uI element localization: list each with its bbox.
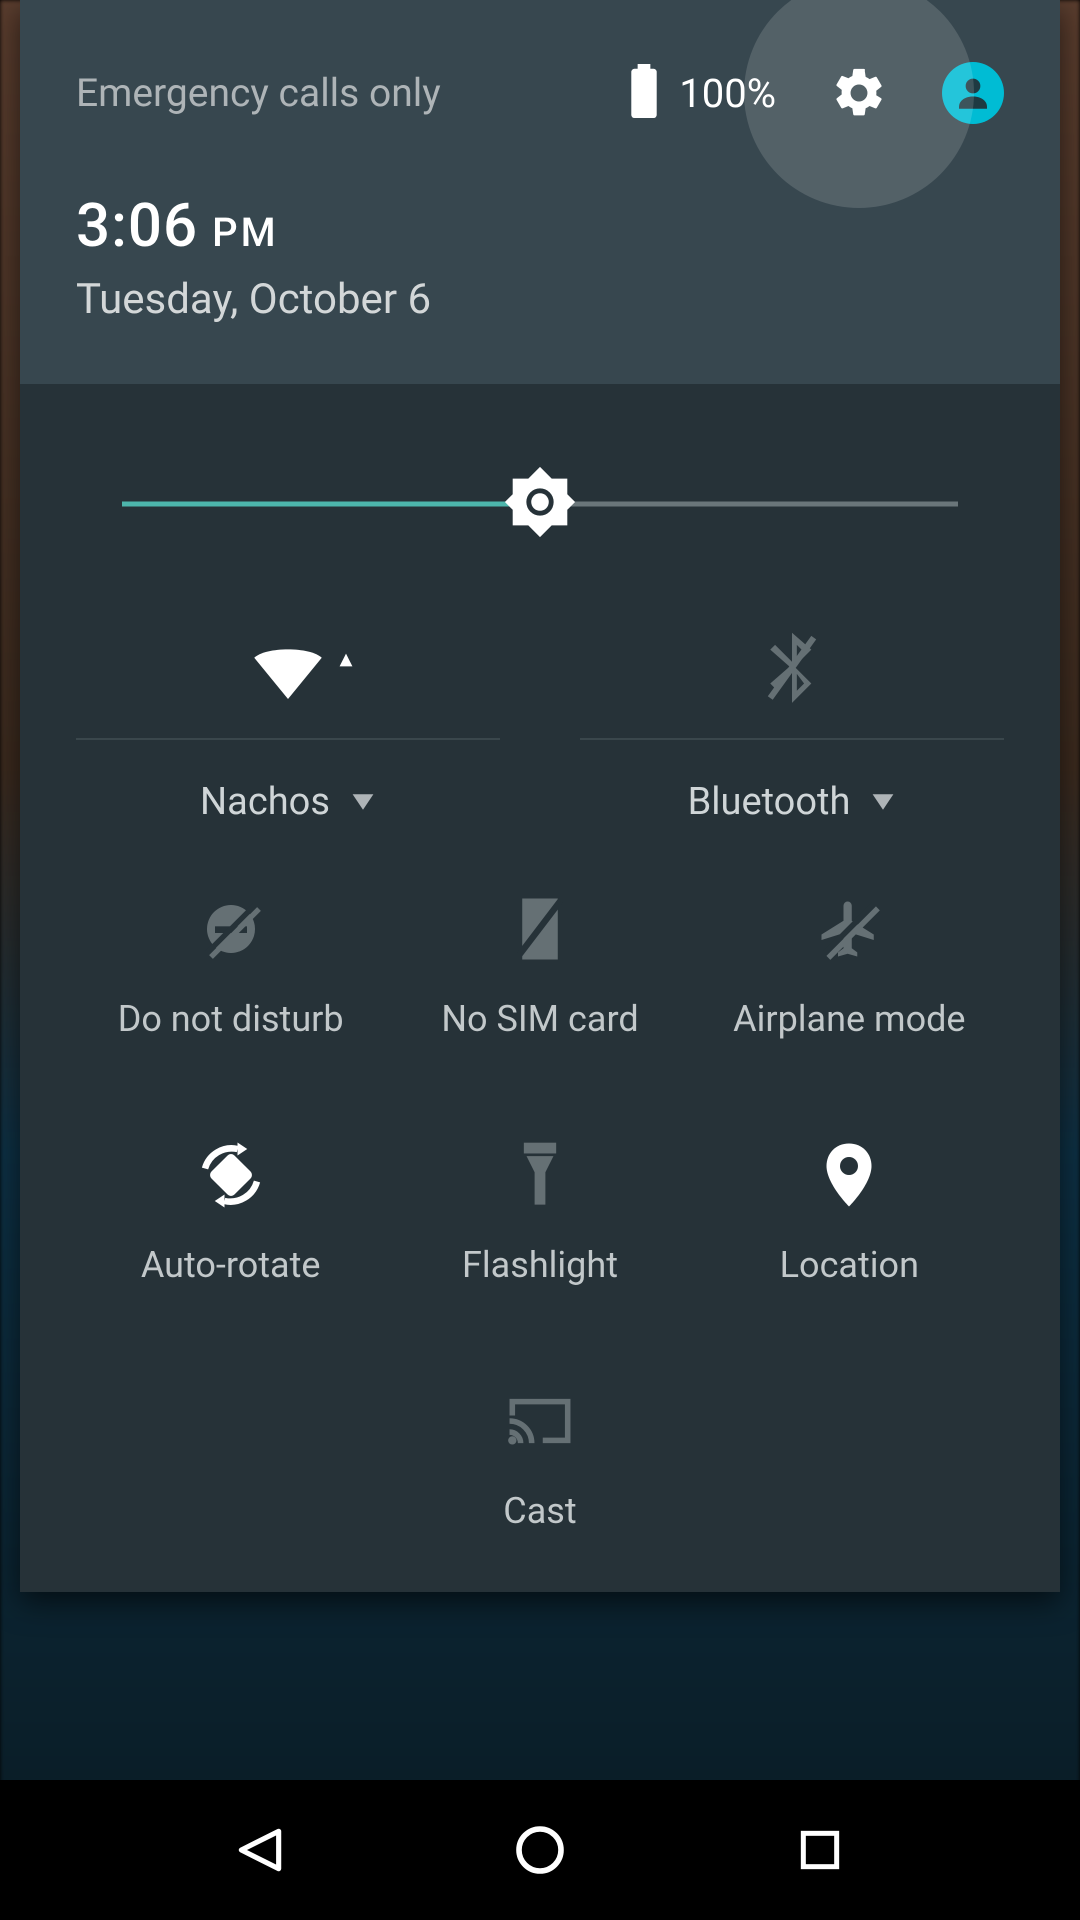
slider-fill (122, 502, 540, 507)
slider-thumb[interactable] (501, 463, 579, 545)
location-tile[interactable]: Location (695, 1140, 1004, 1286)
wifi-tile[interactable]: Nachos (76, 624, 500, 824)
bluetooth-icon (763, 630, 821, 708)
time-value: 3:06 (76, 190, 198, 261)
gear-icon (830, 64, 888, 122)
back-button[interactable] (220, 1810, 300, 1890)
sim-tile[interactable]: No SIM card (385, 894, 694, 1040)
airplane-tile[interactable]: Airplane mode (695, 894, 1004, 1040)
navigation-bar (0, 1780, 1080, 1920)
cast-label: Cast (503, 1490, 576, 1532)
brightness-slider[interactable] (122, 474, 958, 534)
rotate-icon (192, 1136, 270, 1214)
chevron-down-icon (870, 789, 896, 815)
flashlight-tile[interactable]: Flashlight (385, 1140, 694, 1286)
dnd-icon (199, 897, 263, 961)
quick-settings-panel: Emergency calls only 100% (20, 0, 1060, 1592)
battery-icon (627, 64, 661, 122)
back-icon (232, 1822, 288, 1878)
brightness-icon (501, 463, 579, 541)
panel-header: Emergency calls only 100% (20, 0, 1060, 384)
recents-icon (795, 1825, 845, 1875)
settings-button[interactable] (824, 58, 894, 128)
wifi-label: Nachos (200, 780, 330, 824)
rotate-label: Auto-rotate (141, 1244, 321, 1286)
recents-button[interactable] (780, 1810, 860, 1890)
wifi-indicator-icon (338, 652, 354, 668)
airplane-label: Airplane mode (733, 998, 965, 1040)
cast-tile[interactable]: Cast (385, 1386, 694, 1532)
flashlight-label: Flashlight (462, 1244, 618, 1286)
chevron-down-icon (350, 789, 376, 815)
bluetooth-tile[interactable]: Bluetooth (580, 624, 1004, 824)
location-label: Location (780, 1244, 919, 1286)
bluetooth-dropdown[interactable]: Bluetooth (688, 780, 897, 824)
date-label[interactable]: Tuesday, October 6 (76, 275, 1004, 324)
sim-icon (512, 896, 568, 962)
cast-icon (504, 1391, 576, 1451)
wifi-icon (243, 634, 333, 704)
location-icon (822, 1140, 876, 1210)
dnd-tile[interactable]: Do not disturb (76, 894, 385, 1040)
wifi-dropdown[interactable]: Nachos (200, 780, 376, 824)
dnd-label: Do not disturb (118, 998, 344, 1040)
airplane-icon (816, 896, 882, 962)
carrier-status: Emergency calls only (76, 70, 441, 116)
sim-label: No SIM card (441, 998, 638, 1040)
time-ampm: PM (212, 209, 279, 256)
bluetooth-label: Bluetooth (688, 780, 851, 824)
home-icon (512, 1822, 568, 1878)
home-button[interactable] (500, 1810, 580, 1890)
flashlight-icon (515, 1140, 565, 1210)
rotate-tile[interactable]: Auto-rotate (76, 1140, 385, 1286)
